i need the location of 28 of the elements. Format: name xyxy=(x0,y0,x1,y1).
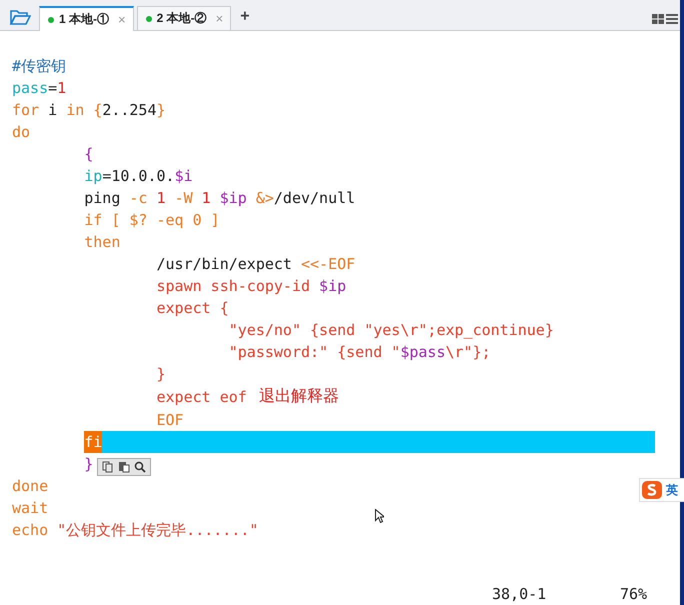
code-line: then xyxy=(83,232,120,253)
input-method-indicator[interactable]: 英 xyxy=(639,478,684,502)
code-line: #传密钥 xyxy=(12,56,66,77)
code-line: expect eof xyxy=(155,387,247,408)
code-line: } xyxy=(83,454,94,475)
code-line: do xyxy=(12,122,30,143)
code-line: wait xyxy=(12,498,48,519)
code-line: if [ $? -eq 0 ] xyxy=(83,210,220,231)
scroll-percent: 76% xyxy=(620,584,648,605)
code-line: EOF xyxy=(155,410,184,431)
code-line: expect { xyxy=(155,298,229,319)
code-line: } xyxy=(155,364,166,385)
code-line: ip=10.0.0.$i xyxy=(83,166,193,187)
cursor-position: 38,0-1 xyxy=(492,584,548,605)
code-line: "yes/no" {send "yes\r";exp_continue} xyxy=(228,320,554,341)
code-line: /usr/bin/expect <<-EOF xyxy=(155,254,356,275)
code-line: echo "公钥文件上传完毕......." xyxy=(12,520,258,541)
new-tab-button[interactable]: + xyxy=(240,8,250,26)
tab[interactable]: 1 本地-① × xyxy=(39,6,134,31)
code-line: for i in {2..254} xyxy=(12,100,166,121)
code-line: ping -c 1 -W 1 $ip &>/dev/null xyxy=(83,188,356,209)
code-line: pass=1 xyxy=(12,78,66,99)
code-line: "password:" {send "$pass\r"}; xyxy=(228,342,491,363)
code-line: spawn ssh-copy-id $ip xyxy=(155,276,346,297)
code-line: done xyxy=(12,476,48,497)
annotation-text: 退出解释器 xyxy=(258,386,339,407)
code-line: { xyxy=(83,144,94,165)
tab[interactable]: 2 本地-② × xyxy=(136,6,232,30)
